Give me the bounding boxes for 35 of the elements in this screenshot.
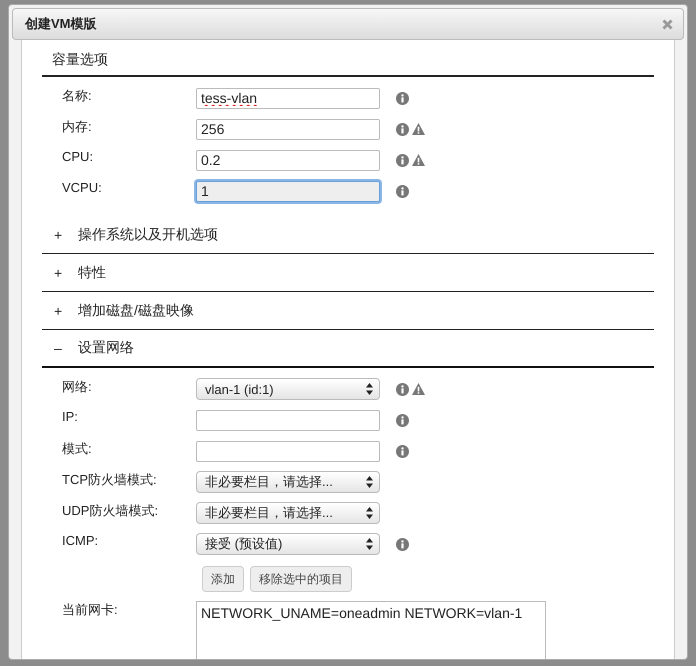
field-label: CPU: xyxy=(62,149,94,164)
input-field[interactable]: 256 xyxy=(196,118,380,140)
select-dropdown[interactable]: vlan-1 (id:1) xyxy=(196,378,380,400)
field-label: 模式: xyxy=(62,440,93,458)
section-header[interactable]: – 设置网络 xyxy=(42,330,654,368)
action-button[interactable]: 移除选中的项目 xyxy=(250,566,352,592)
dialog-title: 创建VM模版 xyxy=(25,15,96,33)
input-field[interactable]: 1 xyxy=(196,180,380,202)
select-dropdown[interactable]: 接受 (预设值) xyxy=(196,533,380,555)
field-label: UDP防火墙模式: xyxy=(62,502,160,520)
section-header[interactable]: + 特性 xyxy=(42,254,654,292)
field-label: 名称: xyxy=(62,87,93,105)
field-label: TCP防火墙模式: xyxy=(62,471,158,489)
input-field[interactable]: tess-vlan xyxy=(196,88,380,108)
close-icon[interactable] xyxy=(662,18,673,30)
field-label: IP: xyxy=(62,409,79,424)
field-label: 当前网卡: xyxy=(62,601,119,619)
section-header[interactable]: + 操作系统以及开机选项 xyxy=(42,216,654,254)
field-label: ICMP: xyxy=(62,533,100,548)
input-field[interactable]: 0.2 xyxy=(196,150,380,170)
input-field[interactable] xyxy=(196,440,380,462)
text-area[interactable]: NETWORK_UNAME=oneadmin NETWORK=vlan-1 xyxy=(196,601,546,659)
select-dropdown[interactable]: 非必要栏目，请选择... xyxy=(196,502,380,524)
field-label: 内存: xyxy=(62,118,93,136)
updown-arrows-icon xyxy=(366,383,373,395)
updown-arrows-icon xyxy=(366,507,373,519)
input-field[interactable] xyxy=(196,410,380,430)
select-dropdown[interactable]: 非必要栏目，请选择... xyxy=(196,471,380,493)
field-label: 网络: xyxy=(62,378,93,396)
field-label: VCPU: xyxy=(62,180,103,195)
updown-arrows-icon xyxy=(366,538,373,550)
section-title: 容量选项 xyxy=(52,50,108,68)
updown-arrows-icon xyxy=(366,476,373,488)
section-header[interactable]: + 增加磁盘/磁盘映像 xyxy=(42,292,654,330)
action-button[interactable]: 添加 xyxy=(202,566,244,592)
